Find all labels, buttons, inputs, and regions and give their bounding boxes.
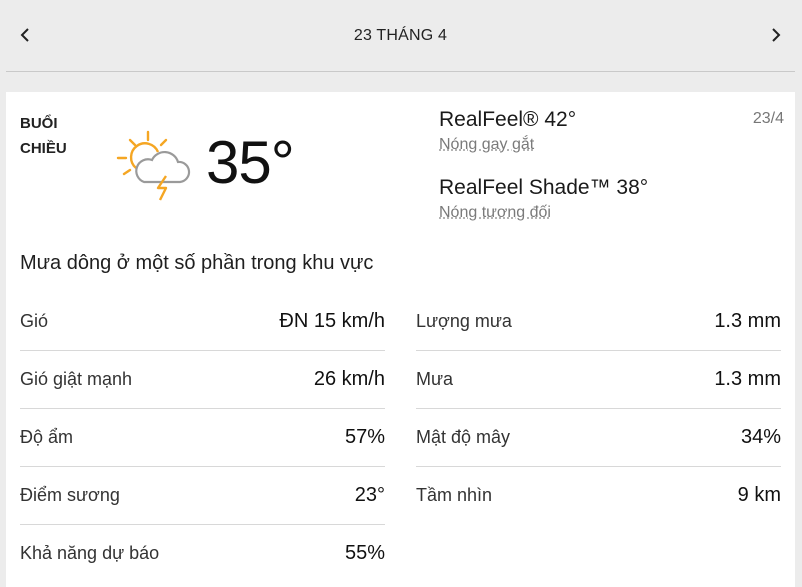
- date-navigation-bar: 23 THÁNG 4: [6, 0, 795, 72]
- detail-label: Mưa: [416, 369, 454, 389]
- detail-label: Điểm sương: [20, 485, 120, 505]
- realfeel-shade-value: RealFeel Shade™ 38°: [439, 176, 649, 199]
- detail-label: Độ ẩm: [20, 427, 74, 447]
- detail-row-wind: Gió ĐN 15 km/h: [20, 293, 385, 351]
- detail-value: 55%: [344, 542, 385, 564]
- detail-row-probability: Khả năng dự báo 55%: [20, 525, 385, 582]
- detail-value: 1.3 mm: [714, 310, 781, 332]
- detail-label: Lượng mưa: [416, 311, 512, 331]
- detail-row-dew-point: Điểm sương 23°: [20, 467, 385, 525]
- detail-value: 34%: [740, 426, 781, 448]
- details-column-left: Gió ĐN 15 km/h Gió giật mạnh 26 km/h Độ …: [20, 293, 385, 582]
- current-temperature: 35°: [206, 129, 295, 196]
- weather-phrase: Mưa dông ở một số phần trong khu vực: [20, 252, 374, 274]
- chevron-right-icon: [772, 28, 781, 42]
- previous-day-button[interactable]: [14, 24, 36, 46]
- detail-row-rain: Mưa 1.3 mm: [416, 351, 781, 409]
- period-label-line2: CHIỀU: [20, 140, 67, 157]
- detail-value: 57%: [344, 426, 385, 448]
- detail-value: 23°: [354, 484, 385, 506]
- detail-value: 1.3 mm: [714, 368, 781, 390]
- detail-label: Gió: [20, 311, 49, 331]
- detail-label: Mật độ mây: [416, 427, 511, 447]
- realfeel-value: RealFeel® 42°: [439, 108, 577, 131]
- detail-row-cloud-cover: Mật độ mây 34%: [416, 409, 781, 467]
- detail-row-humidity: Độ ẩm 57%: [20, 409, 385, 467]
- detail-label: Tầm nhìn: [416, 485, 493, 505]
- period-label-line1: BUỔI: [20, 115, 58, 132]
- detail-value: 26 km/h: [313, 368, 385, 390]
- details-column-right: Lượng mưa 1.3 mm Mưa 1.3 mm Mật độ mây 3…: [416, 293, 781, 582]
- next-day-button[interactable]: [765, 24, 787, 46]
- detail-row-visibility: Tầm nhìn 9 km: [416, 467, 781, 524]
- forecast-card: BUỔI CHIỀU 35° 23/4 RealFeel® 42° Nóng g…: [6, 92, 795, 587]
- detail-value: ĐN 15 km/h: [279, 310, 385, 332]
- period-label: BUỔI CHIỀU: [20, 111, 90, 161]
- realfeel-shade-phrase[interactable]: Nóng tương đối: [439, 202, 784, 224]
- detail-label: Gió giật mạnh: [20, 369, 133, 389]
- detail-row-precipitation: Lượng mưa 1.3 mm: [416, 293, 781, 351]
- details-grid: Gió ĐN 15 km/h Gió giật mạnh 26 km/h Độ …: [20, 293, 781, 582]
- detail-label: Khả năng dự báo: [20, 543, 160, 563]
- realfeel-block: 23/4 RealFeel® 42° Nóng gay gắt RealFeel…: [439, 106, 784, 224]
- partly-sunny-thunderstorm-icon: [116, 130, 191, 201]
- detail-value: 9 km: [737, 484, 781, 506]
- detail-row-wind-gusts: Gió giật mạnh 26 km/h: [20, 351, 385, 409]
- chevron-left-icon: [20, 28, 29, 42]
- realfeel-phrase[interactable]: Nóng gay gắt: [439, 134, 784, 156]
- date-title: 23 THÁNG 4: [353, 26, 448, 44]
- short-date: 23/4: [752, 110, 784, 127]
